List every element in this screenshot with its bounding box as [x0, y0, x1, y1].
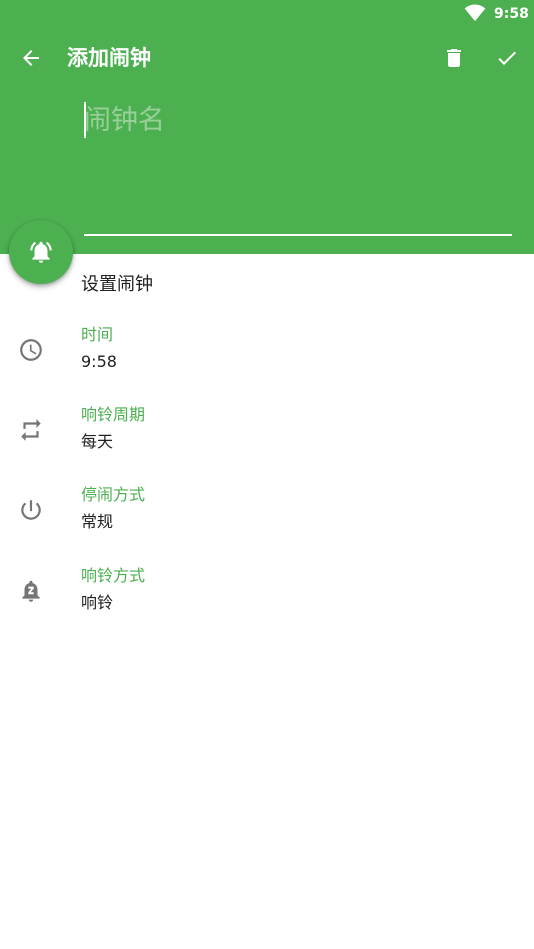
- setting-value: 每天: [81, 432, 114, 451]
- setting-label: 响铃方式: [81, 566, 146, 585]
- section-title: 设置闹钟: [81, 274, 153, 295]
- clock-icon: [20, 339, 42, 361]
- add-alarm-screen: 9:58 添加闹钟 设置闹钟: [0, 0, 534, 949]
- repeat-icon: [21, 419, 41, 441]
- delete-icon: [447, 49, 461, 67]
- setting-row-ring-mode[interactable]: 响铃方式 响铃: [0, 554, 534, 634]
- setting-value: 响铃: [81, 593, 114, 612]
- back-button[interactable]: [9, 36, 53, 80]
- alarm-ringing-fab[interactable]: [9, 220, 73, 284]
- check-icon: [498, 51, 516, 65]
- alarm-ringing-icon: [30, 241, 52, 263]
- setting-label: 时间: [81, 325, 114, 344]
- setting-row-dismiss-method[interactable]: 停闹方式 常规: [0, 473, 534, 553]
- setting-row-time[interactable]: 时间 9:58: [0, 313, 534, 393]
- confirm-button[interactable]: [485, 36, 529, 80]
- setting-label: 响铃周期: [81, 405, 146, 424]
- page-title: 添加闹钟: [67, 46, 151, 70]
- text-cursor: [84, 102, 86, 138]
- snooze-bell-icon: [22, 580, 40, 602]
- status-time: 9:58: [494, 6, 529, 22]
- alarm-name-input[interactable]: [84, 98, 512, 142]
- wifi-icon: [464, 4, 486, 22]
- setting-value: 常规: [81, 512, 114, 531]
- setting-row-repeat[interactable]: 响铃周期 每天: [0, 393, 534, 473]
- status-bar: 9:58: [0, 0, 534, 28]
- delete-button[interactable]: [432, 36, 476, 80]
- header: 9:58 添加闹钟: [0, 0, 534, 254]
- setting-label: 停闹方式: [81, 485, 146, 504]
- alarm-name-underline: [84, 234, 512, 236]
- power-icon: [21, 500, 41, 520]
- setting-value: 9:58: [81, 352, 117, 371]
- arrow-back-icon: [23, 50, 39, 66]
